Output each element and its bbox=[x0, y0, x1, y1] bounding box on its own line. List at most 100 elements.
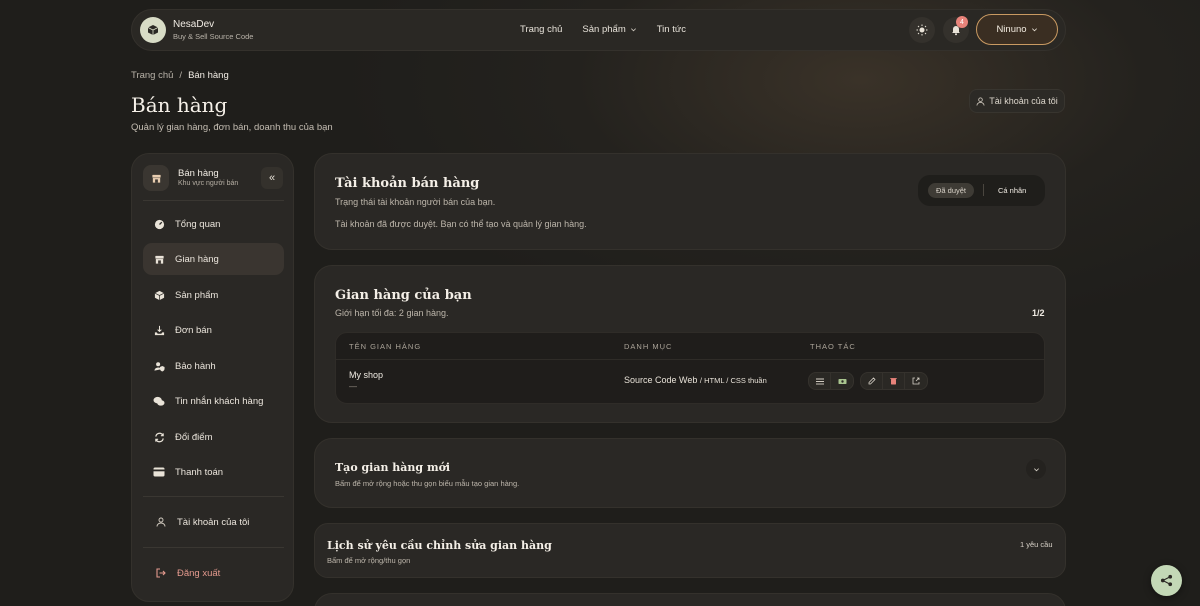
sidebar-item-label: Tổng quan bbox=[175, 218, 221, 230]
list-view-button[interactable] bbox=[809, 373, 831, 389]
brand-name[interactable]: NesaDev bbox=[173, 19, 214, 30]
main-nav: Trang chủ Sản phẩm Tin tức bbox=[520, 24, 686, 35]
my-account-button[interactable]: Tài khoản của tôi bbox=[969, 89, 1065, 113]
seller-account-card: Tài khoản bán hàng Trạng thái tài khoản … bbox=[314, 153, 1066, 250]
store-icon bbox=[153, 253, 165, 265]
shop-category: Source Code Web / HTML / CSS thuần bbox=[624, 375, 767, 385]
sidebar-subtitle: Khu vực người bán bbox=[178, 180, 239, 187]
divider bbox=[983, 184, 984, 196]
edit-history-card[interactable]: Lịch sử yêu cầu chỉnh sửa gian hàng Bấm … bbox=[314, 523, 1066, 578]
edit-button[interactable] bbox=[861, 373, 883, 389]
chevron-down-icon bbox=[1031, 28, 1037, 32]
breadcrumb-current: Bán hàng bbox=[188, 70, 229, 81]
user-icon bbox=[976, 96, 985, 106]
logout-icon bbox=[155, 567, 167, 579]
shops-table: TÊN GIAN HÀNG DANH MỤC THAO TÁC My shop … bbox=[335, 332, 1045, 404]
table-header: THAO TÁC bbox=[810, 342, 856, 351]
box-icon bbox=[153, 289, 165, 301]
sidebar-item-payment[interactable]: Thanh toán bbox=[143, 456, 284, 488]
page-title: Bán hàng bbox=[131, 93, 228, 117]
money-icon bbox=[838, 378, 846, 384]
create-shop-subtitle: Bấm để mở rộng hoặc thu gọn biểu mẫu tạo… bbox=[335, 479, 520, 488]
sidebar-item-label: Đăng xuất bbox=[177, 567, 221, 579]
nav-news-label: Tin tức bbox=[656, 24, 686, 35]
nav-products-label: Sản phẩm bbox=[582, 24, 626, 35]
sidebar-title: Bán hàng bbox=[178, 168, 219, 179]
notification-badge: 4 bbox=[956, 16, 968, 28]
sidebar-item-label: Thanh toán bbox=[175, 466, 224, 478]
divider bbox=[143, 547, 284, 548]
status-badge: Đã duyệt bbox=[928, 183, 975, 198]
logo-icon[interactable] bbox=[140, 17, 166, 43]
divider bbox=[336, 359, 1044, 360]
expand-button[interactable] bbox=[1026, 459, 1046, 479]
breadcrumb-home[interactable]: Trang chủ bbox=[131, 70, 173, 81]
sidebar-item-products[interactable]: Sản phẩm bbox=[143, 279, 284, 311]
external-link-icon bbox=[912, 377, 920, 385]
sidebar-item-warranty[interactable]: Bảo hành bbox=[143, 350, 284, 382]
logout-button[interactable]: Đăng xuất bbox=[143, 557, 284, 589]
divider bbox=[143, 200, 284, 201]
nav-news[interactable]: Tin tức bbox=[657, 24, 686, 35]
my-account-label: Tài khoản của tôi bbox=[989, 96, 1058, 106]
trash-icon bbox=[890, 378, 897, 385]
shop-actions-left bbox=[808, 372, 854, 390]
sidebar-item-label: Sản phẩm bbox=[175, 289, 219, 301]
sidebar-item-label: Đơn bán bbox=[175, 324, 212, 336]
edit-history-count: 1 yêu cầu bbox=[1020, 540, 1053, 549]
edit-icon bbox=[868, 377, 876, 385]
sidebar-collapse-button[interactable]: « bbox=[261, 167, 283, 189]
share-button[interactable] bbox=[1151, 565, 1182, 596]
seller-account-message: Tài khoản đã được duyệt. Bạn có thể tạo … bbox=[335, 219, 587, 229]
sidebar-item-messages[interactable]: Tin nhắn khách hàng bbox=[143, 385, 284, 417]
create-shop-title: Tạo gian hàng mới bbox=[335, 461, 451, 474]
sidebar-item-overview[interactable]: Tổng quan bbox=[143, 208, 284, 240]
shop-subtext: — bbox=[349, 382, 357, 391]
sidebar-item-label: Bảo hành bbox=[175, 360, 216, 372]
sidebar-item-sales[interactable]: Đơn bán bbox=[143, 314, 284, 346]
user-menu-button[interactable]: Ninuno bbox=[976, 14, 1058, 45]
nav-products[interactable]: Sản phẩm bbox=[582, 24, 636, 35]
sidebar-item-label: Tin nhắn khách hàng bbox=[175, 395, 264, 407]
delete-button[interactable] bbox=[883, 373, 905, 389]
account-status-pill: Đã duyệt Cá nhân bbox=[918, 175, 1045, 206]
breadcrumb: Trang chủ / Bán hàng bbox=[131, 70, 229, 81]
top-navbar: NesaDev Buy & Sell Source Code Trang chủ… bbox=[131, 9, 1066, 51]
shop-actions-right bbox=[860, 372, 928, 390]
exchange-icon bbox=[153, 431, 165, 443]
sidebar-item-points[interactable]: Đổi điểm bbox=[143, 421, 284, 453]
open-external-button[interactable] bbox=[905, 373, 927, 389]
chevron-down-icon bbox=[630, 28, 636, 32]
shops-limit-text: Giới hạn tối đa: 2 gian hàng. bbox=[335, 308, 449, 318]
card-icon bbox=[153, 466, 165, 478]
shops-count: 1/2 bbox=[1032, 308, 1045, 318]
money-button[interactable] bbox=[831, 373, 853, 389]
gauge-icon bbox=[153, 218, 165, 230]
user-shield-icon bbox=[153, 360, 165, 372]
store-icon bbox=[143, 165, 169, 191]
sidebar-item-label: Tài khoản của tôi bbox=[177, 516, 250, 528]
theme-toggle-button[interactable] bbox=[909, 17, 935, 43]
brand-tagline: Buy & Sell Source Code bbox=[173, 32, 254, 41]
list-icon bbox=[815, 378, 824, 384]
nav-home[interactable]: Trang chủ bbox=[520, 24, 562, 35]
user-icon bbox=[155, 516, 167, 528]
sidebar-item-label: Đổi điểm bbox=[175, 431, 213, 443]
shops-card: Gian hàng của bạn Giới hạn tối đa: 2 gia… bbox=[314, 265, 1066, 423]
create-shop-card[interactable]: Tạo gian hàng mới Bấm để mở rộng hoặc th… bbox=[314, 438, 1066, 508]
shops-title: Gian hàng của bạn bbox=[335, 288, 472, 303]
chat-icon bbox=[153, 395, 165, 407]
seller-account-title: Tài khoản bán hàng bbox=[335, 176, 480, 191]
page-subtitle: Quản lý gian hàng, đơn bán, doanh thu củ… bbox=[131, 122, 333, 133]
account-type: Cá nhân bbox=[998, 186, 1027, 195]
sidebar-item-shops[interactable]: Gian hàng bbox=[143, 243, 284, 275]
sun-icon bbox=[916, 24, 928, 36]
shop-category-sub: / HTML / CSS thuần bbox=[699, 376, 767, 385]
sidebar-item-my-account[interactable]: Tài khoản của tôi bbox=[143, 506, 284, 538]
chevron-down-icon bbox=[1033, 467, 1039, 471]
table-header: TÊN GIAN HÀNG bbox=[349, 342, 422, 351]
shop-name[interactable]: My shop bbox=[349, 370, 383, 380]
seller-sidebar: Bán hàng Khu vực người bán « Tổng quan G… bbox=[131, 153, 294, 602]
table-header: DANH MỤC bbox=[624, 342, 673, 351]
nav-home-label: Trang chủ bbox=[520, 24, 563, 35]
